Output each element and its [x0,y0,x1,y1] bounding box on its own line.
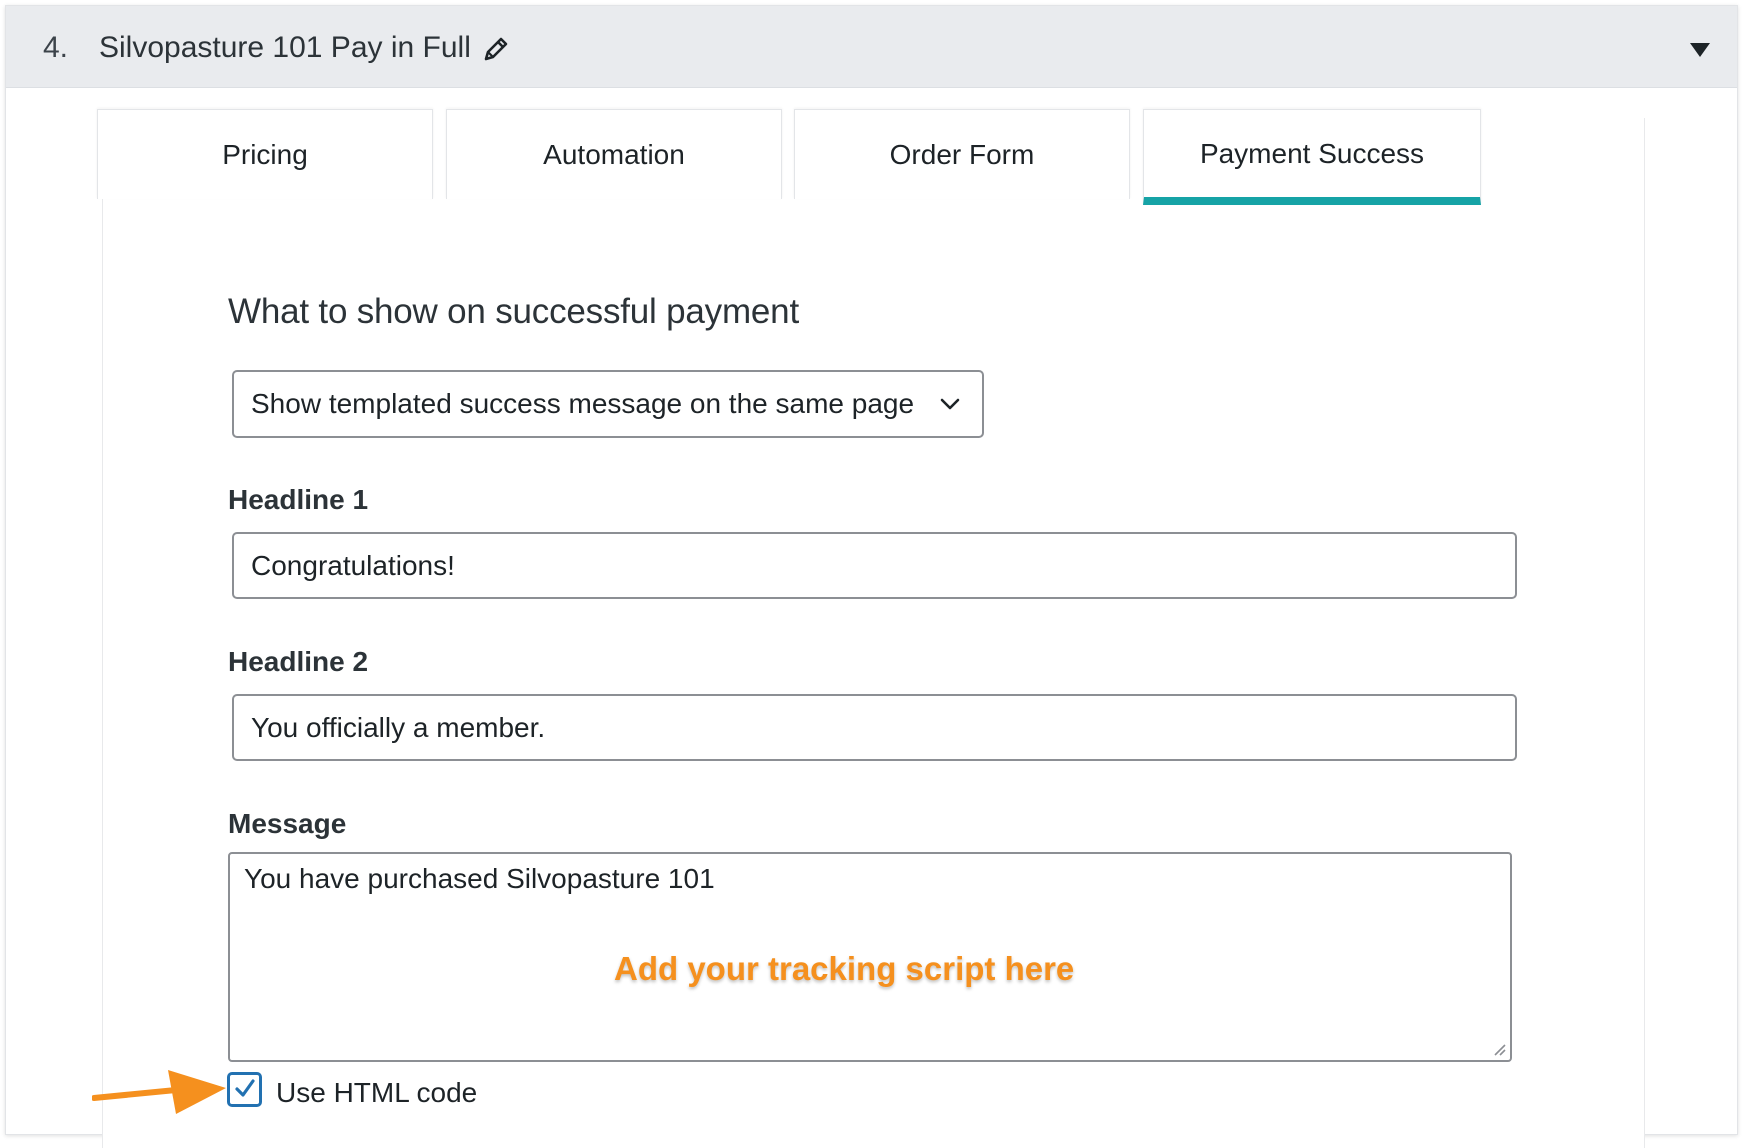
panel-header[interactable]: 4. Silvopasture 101 Pay in Full [6,6,1737,88]
use-html-label[interactable]: Use HTML code [276,1077,477,1109]
headline1-input[interactable]: Congratulations! [232,532,1517,599]
tab-order-form[interactable]: Order Form [794,109,1130,199]
pencil-icon[interactable] [480,33,512,65]
section-title: What to show on successful payment [228,292,799,331]
tab-payment-success[interactable]: Payment Success [1143,109,1481,205]
triangle-down-icon[interactable] [1690,43,1710,57]
chevron-down-icon [940,398,960,410]
resize-grip-icon[interactable] [1490,1040,1506,1056]
tab-automation[interactable]: Automation [446,109,782,199]
message-text: You have purchased Silvopasture 101 [244,863,715,894]
use-html-checkbox[interactable] [227,1072,262,1107]
success-action-select[interactable]: Show templated success message on the sa… [232,370,984,438]
headline2-input[interactable]: You officially a member. [232,694,1517,761]
headline1-label: Headline 1 [228,484,369,515]
tab-pricing[interactable]: Pricing [97,109,433,199]
checkmark-icon [235,1079,255,1097]
product-title: Silvopasture 101 Pay in Full [99,31,471,64]
item-number: 4. [43,31,69,64]
select-value: Show templated success message on the sa… [251,388,915,419]
message-label: Message [228,808,347,839]
headline2-label: Headline 2 [228,646,369,677]
tracking-annotation: Add your tracking script here [614,950,1075,987]
orange-arrow-icon [92,1070,226,1114]
